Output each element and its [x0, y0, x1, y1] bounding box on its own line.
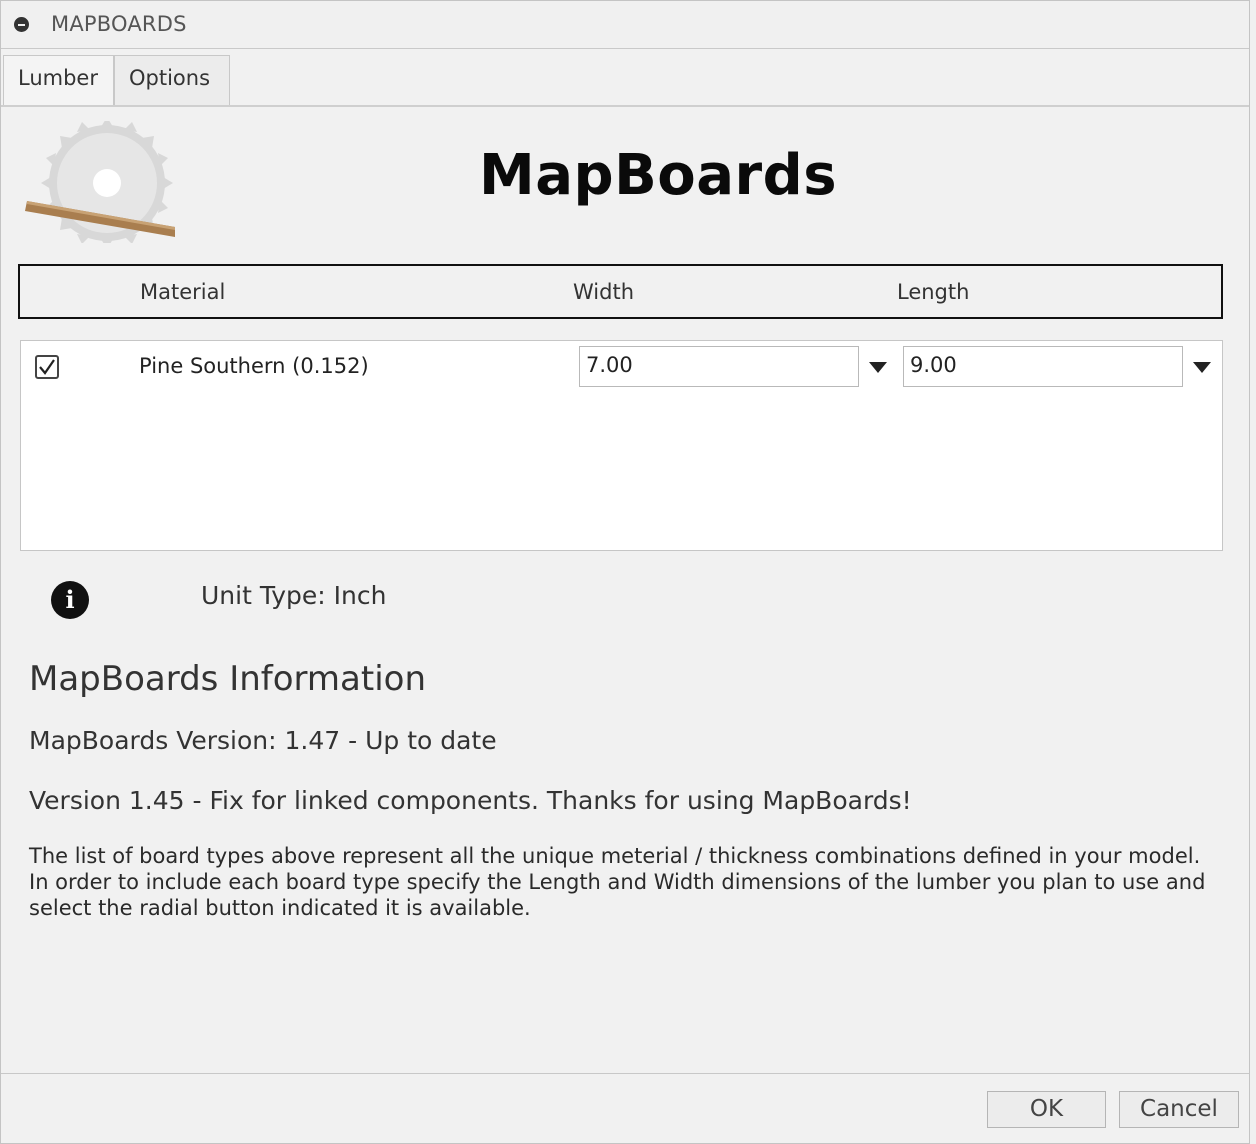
window-title: MAPBOARDS: [51, 12, 187, 36]
tab-bar: Lumber Options: [1, 55, 1249, 106]
tab-options[interactable]: Options: [114, 55, 230, 105]
tab-divider: [1, 105, 1249, 107]
tab-lumber-label: Lumber: [18, 66, 98, 90]
length-dropdown-icon[interactable]: [1193, 362, 1211, 373]
column-header-length: Length: [897, 280, 970, 304]
width-dropdown-icon[interactable]: [869, 362, 887, 373]
version-text: MapBoards Version: 1.47 - Up to date: [29, 726, 497, 755]
length-combo[interactable]: 9.00: [903, 346, 1211, 387]
tab-options-label: Options: [129, 66, 211, 90]
changelog-text: Version 1.45 - Fix for linked components…: [29, 786, 912, 815]
description-text: The list of board types above represent …: [29, 844, 1206, 920]
length-input[interactable]: 9.00: [903, 346, 1183, 387]
tab-lumber[interactable]: Lumber: [3, 55, 114, 105]
width-input[interactable]: 7.00: [579, 346, 859, 387]
material-label: Pine Southern (0.152): [139, 354, 369, 378]
column-header-material: Material: [140, 280, 226, 304]
checkmark-icon: [39, 359, 55, 375]
title-bar: MAPBOARDS: [1, 1, 1249, 49]
cancel-button[interactable]: Cancel: [1119, 1091, 1239, 1128]
unit-type-label: Unit Type: Inch: [201, 581, 387, 610]
column-header-width: Width: [573, 280, 635, 304]
dialog-window: MAPBOARDS Lumber Options MapBoards Mater…: [0, 0, 1250, 1144]
available-checkbox[interactable]: [35, 355, 59, 379]
saw-blade-icon: [25, 121, 175, 243]
info-heading: MapBoards Information: [29, 659, 427, 699]
app-title: MapBoards: [479, 143, 838, 208]
minimize-icon[interactable]: [14, 17, 29, 32]
width-combo[interactable]: 7.00: [579, 346, 887, 387]
table-header: Material Width Length: [18, 264, 1223, 319]
info-icon: i: [51, 581, 89, 619]
ok-button[interactable]: OK: [987, 1091, 1106, 1128]
lumber-list: Pine Southern (0.152) 7.00 9.00: [20, 340, 1223, 551]
footer-divider: [1, 1073, 1249, 1074]
